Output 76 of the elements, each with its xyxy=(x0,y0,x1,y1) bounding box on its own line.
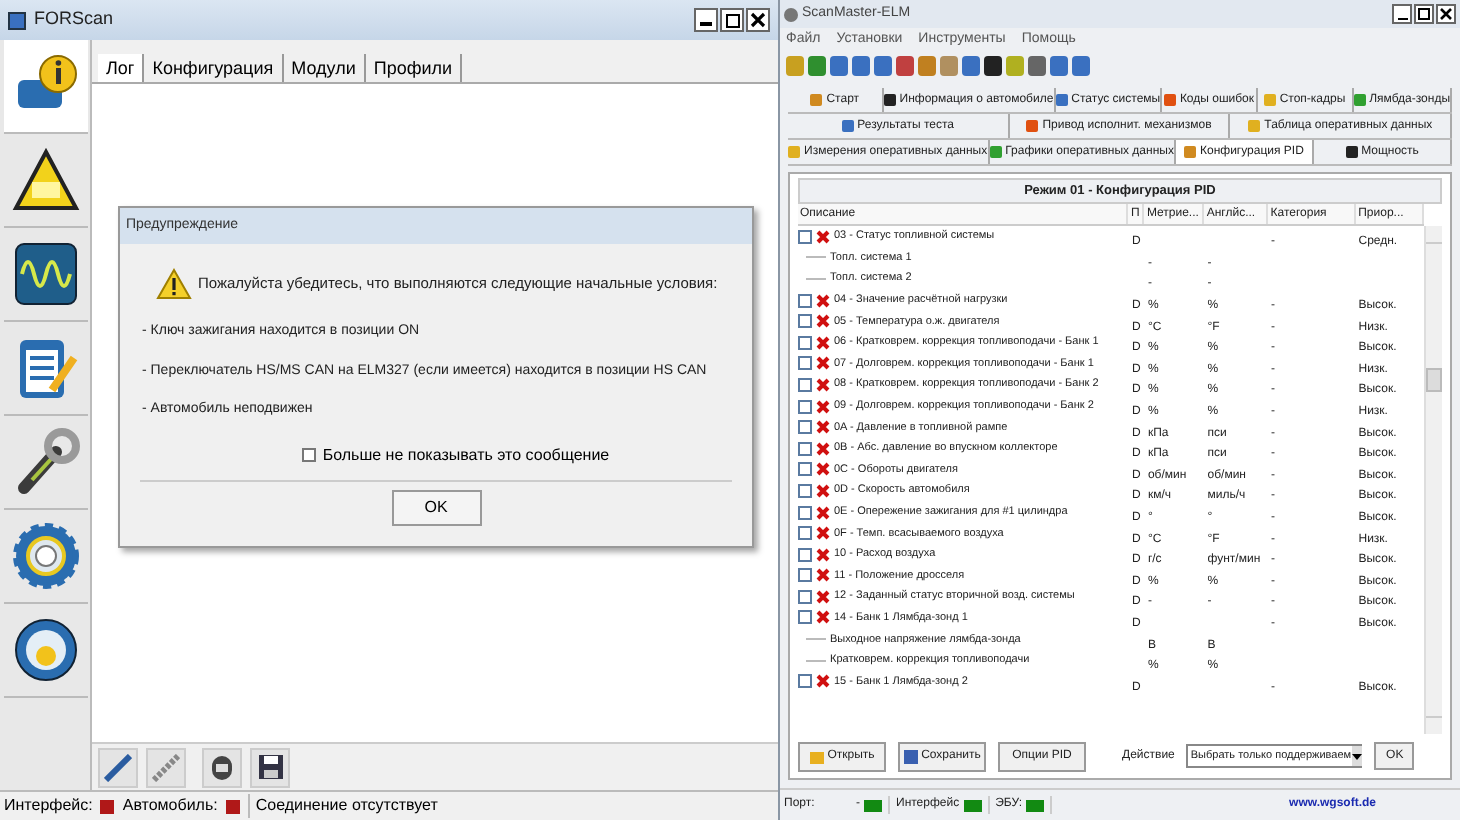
tab-icon xyxy=(1184,146,1196,158)
close-button[interactable] xyxy=(1436,4,1456,24)
gear-icon xyxy=(12,522,80,590)
checkbox[interactable] xyxy=(798,547,812,562)
app-icon xyxy=(8,11,26,29)
checkbox[interactable] xyxy=(798,229,812,244)
checkbox[interactable] xyxy=(798,377,812,392)
cross-icon xyxy=(816,420,830,435)
warning-triangle-icon xyxy=(12,148,80,212)
tab-icon xyxy=(810,94,823,106)
checkbox[interactable] xyxy=(798,356,812,371)
tab-icon xyxy=(788,146,800,158)
checkbox[interactable] xyxy=(798,335,812,350)
cross-icon xyxy=(816,441,830,456)
checkbox[interactable] xyxy=(798,589,812,604)
tab-icon xyxy=(1345,146,1358,158)
cross-icon xyxy=(816,462,830,477)
checkbox[interactable] xyxy=(798,399,812,414)
cross-icon xyxy=(816,568,830,583)
status-label: Интерфейс: xyxy=(4,794,93,818)
minimize-button[interactable] xyxy=(1392,4,1412,24)
close-icon xyxy=(750,12,766,28)
close-icon xyxy=(1440,8,1452,20)
cross-icon xyxy=(816,314,830,329)
tab-icon xyxy=(1026,120,1039,132)
dont-show-checkbox[interactable]: Больше не показывать это сообщение xyxy=(302,443,610,467)
status-label: Автомобиль: xyxy=(122,794,218,818)
checkbox[interactable] xyxy=(798,314,812,329)
cross-icon xyxy=(816,547,830,562)
checkbox[interactable] xyxy=(302,448,317,462)
checkbox[interactable] xyxy=(798,483,812,498)
maximize-button[interactable] xyxy=(720,8,744,32)
cross-icon xyxy=(816,674,830,689)
cassette-icon xyxy=(210,753,234,781)
cross-icon xyxy=(816,356,830,371)
checkbox[interactable] xyxy=(798,505,812,520)
checkbox[interactable] xyxy=(798,674,812,689)
tab[interactable]: Лог xyxy=(98,54,145,82)
scrollbar[interactable] xyxy=(1424,226,1442,734)
tab-icon xyxy=(1248,120,1261,132)
waveform-icon xyxy=(12,240,80,308)
cross-icon xyxy=(816,293,830,308)
connection-status: Соединение отсутствует xyxy=(247,794,774,818)
scroll-thumb[interactable] xyxy=(1426,368,1442,392)
checkbox[interactable] xyxy=(798,568,812,583)
warning-icon xyxy=(156,268,192,300)
close-button[interactable] xyxy=(746,8,770,32)
window-title: FORScan xyxy=(34,6,114,33)
cross-icon xyxy=(816,399,830,414)
cross-icon xyxy=(816,229,830,244)
caret-icon xyxy=(1351,753,1362,759)
wrench-icon xyxy=(12,428,80,496)
tab-icon xyxy=(1163,94,1176,106)
checkbox[interactable] xyxy=(798,441,812,456)
cross-icon xyxy=(816,377,830,392)
cross-icon xyxy=(816,335,830,350)
checkbox[interactable] xyxy=(798,526,812,541)
app-icon xyxy=(784,7,798,21)
tab-icon xyxy=(841,120,854,132)
ok-button[interactable]: OK xyxy=(391,489,481,525)
cross-icon xyxy=(816,610,830,625)
tab-icon xyxy=(1263,94,1276,106)
cross-icon xyxy=(816,505,830,520)
checkbox[interactable] xyxy=(798,420,812,435)
checkbox[interactable] xyxy=(798,293,812,308)
tape-button[interactable] xyxy=(202,747,242,787)
cross-icon xyxy=(816,526,830,541)
maximize-button[interactable] xyxy=(1414,4,1434,24)
checkbox[interactable] xyxy=(798,610,812,625)
cross-icon xyxy=(816,589,830,604)
cross-icon xyxy=(816,483,830,498)
save-button[interactable] xyxy=(250,747,290,787)
connect-button[interactable] xyxy=(98,747,138,787)
disconnect-button[interactable] xyxy=(146,747,186,787)
checkbox[interactable] xyxy=(798,462,812,477)
minimize-button[interactable] xyxy=(694,8,718,32)
